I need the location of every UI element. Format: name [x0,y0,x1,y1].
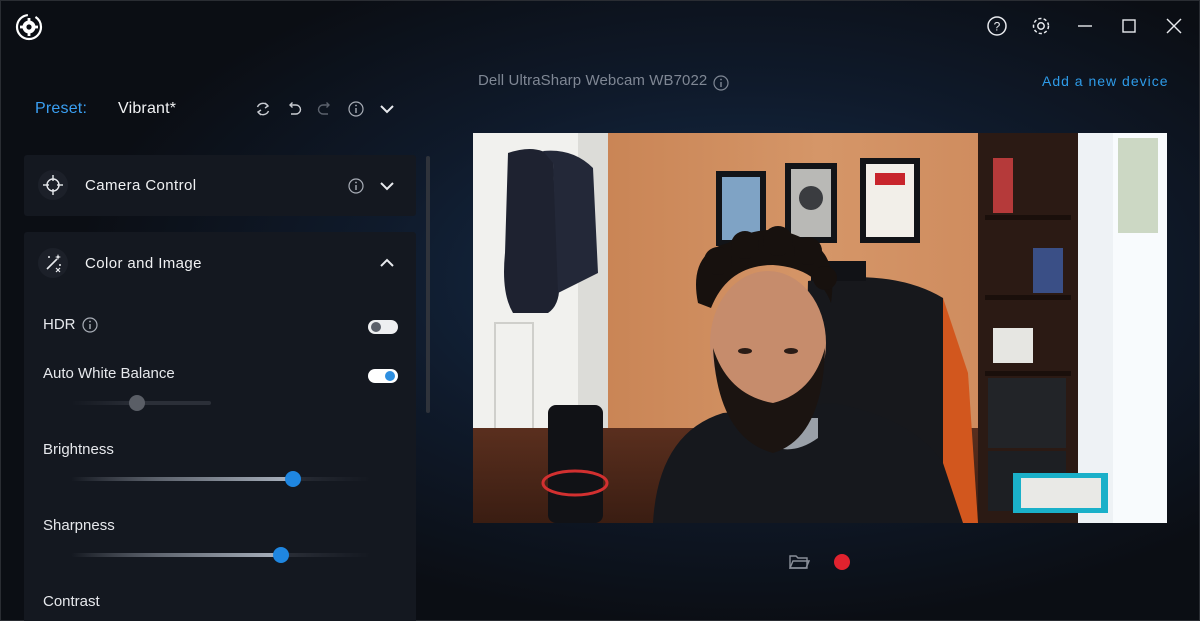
color-image-section: Color and Image HDR Auto White Balance B… [24,232,416,621]
undo-icon[interactable] [283,98,305,120]
brightness-label: Brightness [43,441,114,458]
camera-preview [473,133,1167,523]
close-icon[interactable] [1163,15,1185,37]
sharpness-slider-fill [71,553,281,557]
brightness-slider-fill [71,477,293,481]
awb-slider[interactable] [71,395,211,411]
toggle-awb[interactable] [368,369,398,383]
info-icon[interactable] [345,98,367,120]
sync-icon[interactable] [252,98,274,120]
sharpness-slider[interactable] [71,547,371,563]
app-logo-icon [13,11,45,43]
device-name: Dell UltraSharp Webcam WB7022 [478,72,708,89]
camera-control-info-icon[interactable] [345,175,367,197]
awb-label: Auto White Balance [43,365,175,382]
contrast-label: Contrast [43,593,100,610]
camera-preview-image [473,133,1167,523]
add-device-link[interactable]: Add a new device [1042,73,1169,89]
folder-icon[interactable] [788,552,811,572]
sharpness-slider-thumb[interactable] [273,547,289,563]
brightness-slider-thumb[interactable] [285,471,301,487]
hdr-toggle-knob [371,322,381,332]
sharpness-label: Sharpness [43,517,115,534]
svg-text:?: ? [994,20,1001,34]
record-button[interactable] [834,554,850,570]
preset-bar: Preset: Vibrant* [24,79,416,139]
awb-slider-thumb[interactable] [129,395,145,411]
awb-toggle-knob [385,371,395,381]
help-icon[interactable]: ? [986,15,1008,37]
gear-icon[interactable] [1030,15,1052,37]
maximize-icon[interactable] [1118,15,1140,37]
preset-value[interactable]: Vibrant* [118,100,176,118]
hdr-label: HDR [43,316,76,333]
camera-control-section[interactable]: Camera Control [24,155,416,216]
magic-wand-icon [38,248,68,278]
color-image-title: Color and Image [85,255,202,272]
chevron-up-icon[interactable] [376,252,398,274]
hdr-info-icon[interactable] [79,314,101,336]
preset-label: Preset: [35,100,88,117]
brightness-slider[interactable] [71,471,371,487]
camera-control-chevron-down-icon[interactable] [376,175,398,197]
toggle-hdr[interactable] [368,320,398,334]
chevron-down-icon[interactable] [376,98,398,120]
camera-control-title: Camera Control [85,177,197,194]
device-info-icon[interactable] [710,72,732,94]
redo-icon[interactable] [314,98,336,120]
minimize-icon[interactable] [1074,15,1096,37]
settings-scrollbar[interactable] [426,156,430,413]
crosshair-icon [38,170,68,200]
settings-panel: Preset: Vibrant* Camera Control Color an… [1,79,433,621]
app-window: ? Preset: Vibrant* Camera Control Color … [0,0,1200,621]
